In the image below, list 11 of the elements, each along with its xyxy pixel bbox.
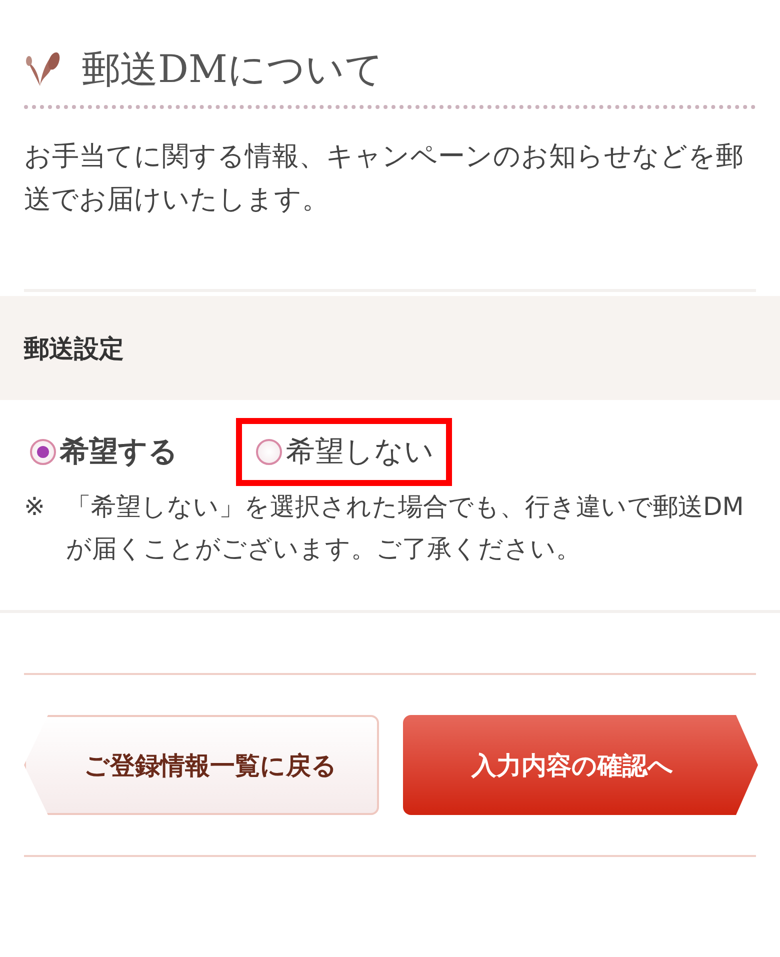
radio-icon[interactable] [256,439,282,465]
note-text: 「希望しない」を選択された場合でも、行き違いで郵送DMが届くことがございます。ご了承ください。 [66,491,745,565]
back-button[interactable]: ご登録情報一覧に戻る [24,715,379,815]
note-mark: ※ [24,491,46,523]
radio-option[interactable]: 希望する [10,418,196,486]
radio-icon[interactable] [30,439,56,465]
next-button[interactable]: 入力内容の確認へ [403,715,758,815]
radio-option[interactable]: 希望しない [236,418,452,486]
intro-text: お手当てに関する情報、キャンペーンのお知らせなどを郵送でお届けいたします。 [24,135,756,292]
page-title: 郵送DMについて [82,46,384,93]
section-title: 郵送設定 [24,332,124,364]
